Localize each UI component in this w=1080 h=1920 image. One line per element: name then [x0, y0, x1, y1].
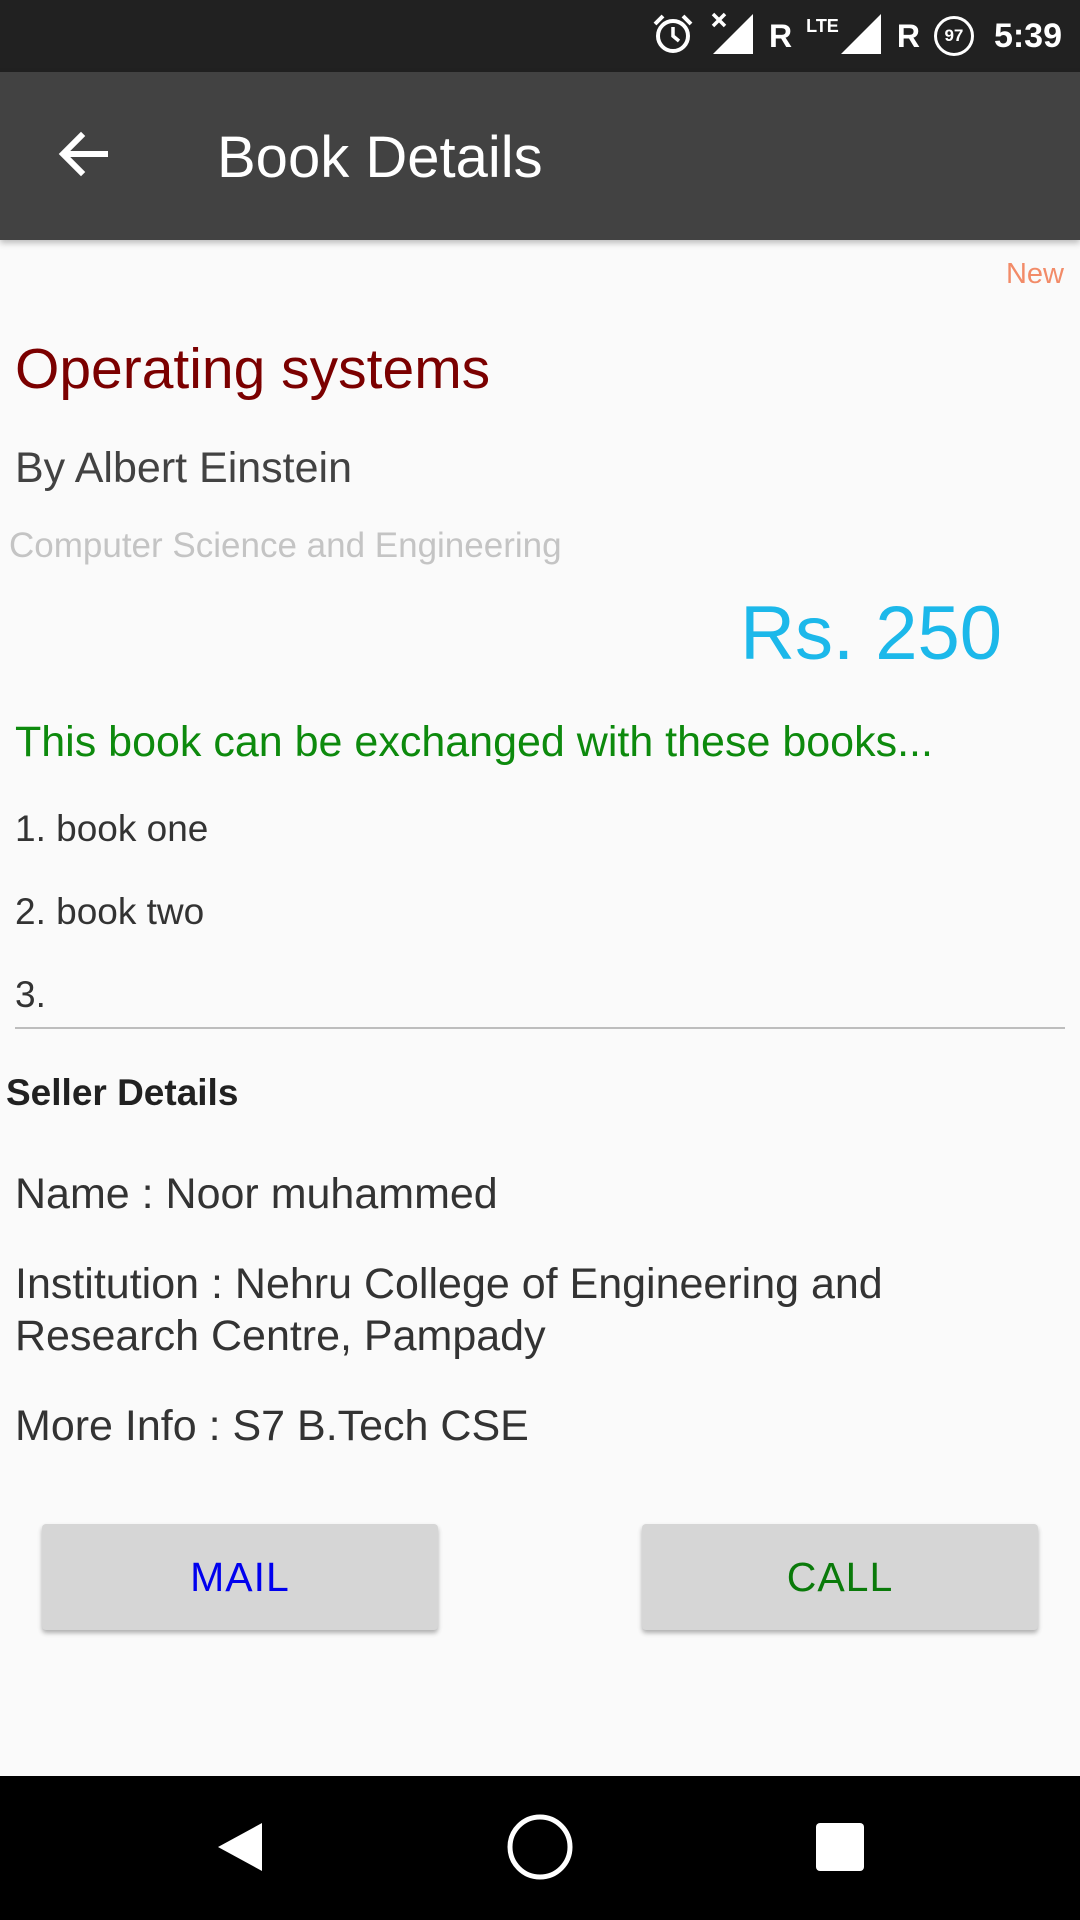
roaming-indicator-2: R — [896, 17, 920, 54]
arrow-back-icon — [57, 130, 109, 183]
lte-label: LTE — [806, 15, 839, 36]
exchange-heading: This book can be exchanged with these bo… — [15, 718, 933, 766]
condition-badge: New — [1005, 258, 1064, 290]
book-author: By Albert Einstein — [15, 444, 353, 492]
app-bar: Book Details — [0, 72, 1080, 240]
call-button[interactable]: CALL — [642, 1524, 1038, 1630]
square-recents-icon — [813, 1820, 867, 1879]
roaming-indicator: R — [769, 17, 793, 54]
seller-more-info: More Info : S7 B.Tech CSE — [15, 1402, 529, 1450]
signal-icon — [839, 12, 883, 61]
seller-institution: Institution : Nehru College of Engineeri… — [15, 1260, 883, 1360]
status-icons: R LTE R 97 5:39 — [651, 0, 1062, 72]
status-time: 5:39 — [993, 16, 1062, 55]
seller-heading: Seller Details — [6, 1072, 239, 1113]
exchange-item: 2. book two — [15, 891, 205, 932]
seller-name: Name : Noor muhammed — [15, 1170, 498, 1218]
battery-level: 97 — [944, 26, 964, 45]
alarm-clock-icon — [651, 12, 695, 61]
battery-saver-icon: 97 — [933, 16, 974, 56]
book-title: Operating systems — [15, 337, 491, 401]
nav-recents-button[interactable] — [803, 1812, 877, 1886]
mail-button[interactable]: MAIL — [42, 1524, 438, 1630]
no-signal-icon — [709, 12, 755, 61]
navigation-bar — [0, 1776, 1080, 1920]
book-category: Computer Science and Engineering — [9, 526, 562, 565]
book-price: Rs. 250 — [740, 591, 1002, 676]
exchange-item: 1. book one — [15, 808, 209, 849]
circle-home-icon — [505, 1812, 575, 1887]
back-button[interactable] — [40, 116, 126, 196]
page-title: Book Details — [217, 125, 543, 190]
divider — [15, 1027, 1065, 1029]
nav-back-button[interactable] — [203, 1812, 277, 1886]
exchange-item: 3. — [15, 974, 46, 1015]
triangle-back-icon — [210, 1817, 270, 1882]
nav-home-button[interactable] — [503, 1812, 577, 1886]
status-bar: R LTE R 97 5:39 — [0, 0, 1080, 72]
